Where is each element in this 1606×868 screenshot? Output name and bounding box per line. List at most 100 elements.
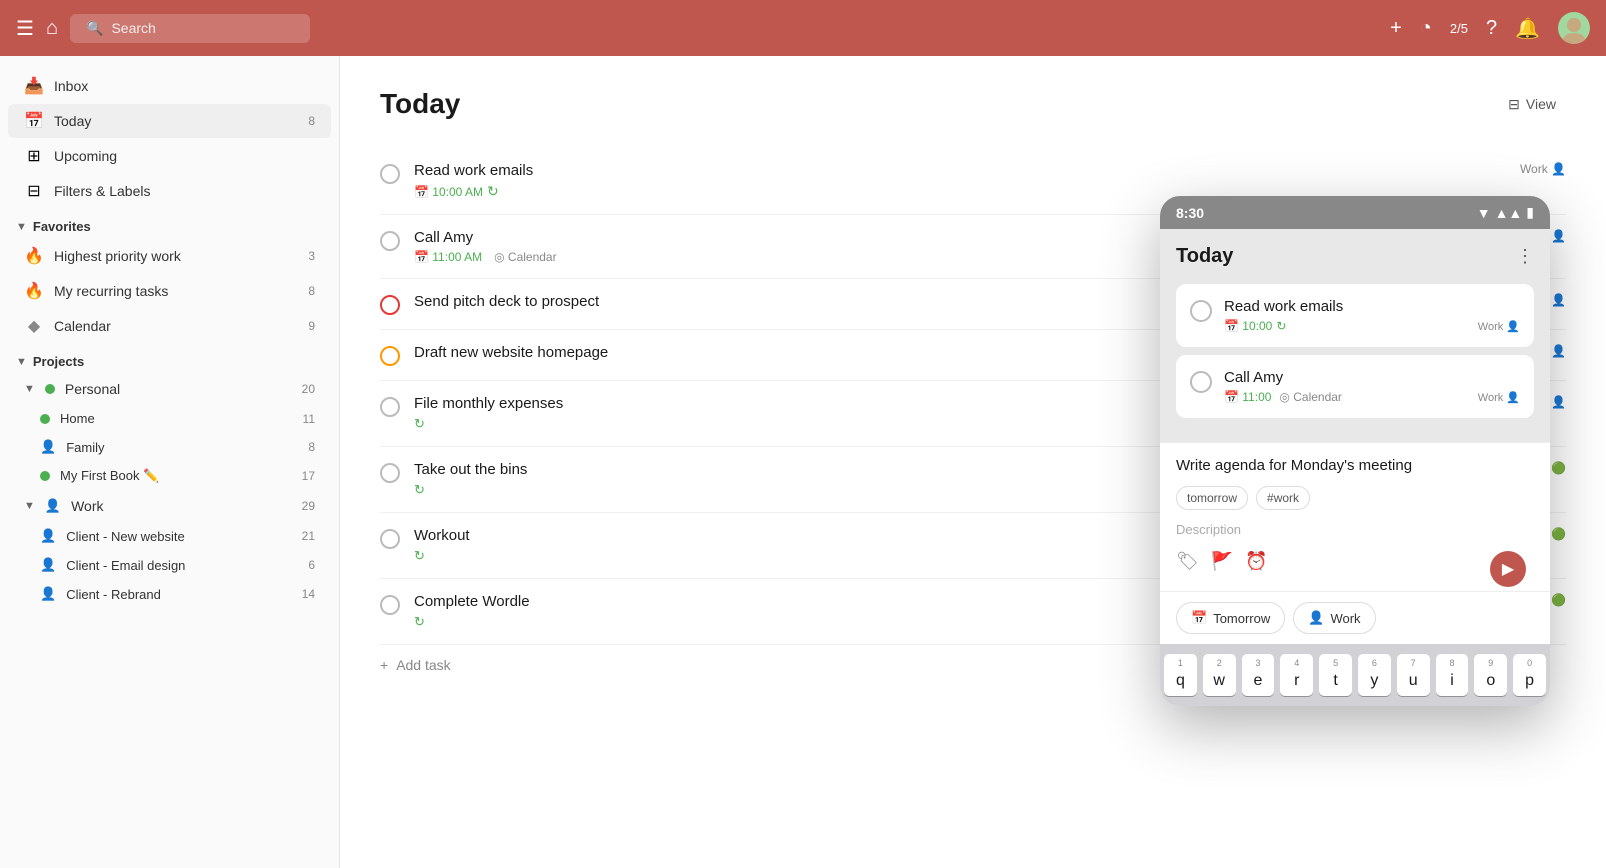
task-checkbox[interactable] xyxy=(380,529,400,549)
tag-work[interactable]: #work xyxy=(1256,486,1310,510)
upcoming-icon: ⊞ xyxy=(24,146,44,166)
projects-chevron: ▼ xyxy=(16,356,27,368)
add-button[interactable]: + xyxy=(1390,17,1402,40)
key-w[interactable]: 2w xyxy=(1203,654,1236,696)
main-content: Today ⊟ View Read work emails 📅 10:00 AM… xyxy=(340,56,1606,868)
key-p[interactable]: 0p xyxy=(1513,654,1546,696)
key-u[interactable]: 7u xyxy=(1397,654,1430,696)
sidebar-first-book[interactable]: My First Book ✏️ 17 xyxy=(8,462,331,490)
mobile-task-name: Call Amy xyxy=(1224,369,1520,386)
mobile-task-info: Call Amy 📅 11:00 ◎ Calendar Work 👤 xyxy=(1224,369,1520,404)
quick-add-tags: tomorrow #work xyxy=(1160,480,1550,516)
sidebar-client-website[interactable]: 👤 Client - New website 21 xyxy=(8,522,331,550)
sidebar-item-inbox[interactable]: 📥 Inbox xyxy=(8,69,331,103)
flag-icon[interactable]: 🚩 xyxy=(1211,551,1233,587)
fav-calendar-label: Calendar xyxy=(54,318,298,334)
reminder-icon[interactable]: ⏰ xyxy=(1245,551,1267,587)
sidebar-fav-calendar[interactable]: ◆ Calendar 9 xyxy=(8,309,331,343)
work-person-icon: 👤 xyxy=(45,498,61,514)
mobile-task-time: 📅 11:00 xyxy=(1224,390,1271,404)
mobile-task-checkbox[interactable] xyxy=(1190,300,1212,322)
keyboard-row: 1q 2w 3e 4r 5t 6y 7u 8i 9o 0p xyxy=(1164,654,1546,696)
favorites-label: Favorites xyxy=(33,219,91,234)
key-r[interactable]: 4r xyxy=(1280,654,1313,696)
add-icon: + xyxy=(380,657,388,673)
label-icon[interactable]: 🏷 xyxy=(1176,551,1199,587)
client-website-count: 21 xyxy=(302,529,315,543)
personal-chevron: ▼ xyxy=(24,383,35,395)
mobile-task-checkbox[interactable] xyxy=(1190,371,1212,393)
home-dot xyxy=(40,414,50,424)
key-q[interactable]: 1q xyxy=(1164,654,1197,696)
signal-icon: ▲▲ xyxy=(1495,205,1523,221)
work-chevron: ▼ xyxy=(24,500,35,512)
favorites-chevron: ▼ xyxy=(16,221,27,233)
mobile-time: 8:30 xyxy=(1176,205,1204,221)
sidebar-item-filters[interactable]: ⊟ Filters & Labels xyxy=(8,174,331,208)
client-email-label: Client - Email design xyxy=(66,558,298,573)
quick-add-panel: Write agenda for Monday's meeting tomorr… xyxy=(1160,442,1550,644)
key-t[interactable]: 5t xyxy=(1319,654,1352,696)
submit-button[interactable]: ▶ xyxy=(1490,551,1526,587)
mobile-task-meta: 📅 11:00 ◎ Calendar Work 👤 xyxy=(1224,390,1520,404)
key-e[interactable]: 3e xyxy=(1242,654,1275,696)
home-icon[interactable]: ⌂ xyxy=(46,17,58,40)
mobile-status-bar: 8:30 ▼ ▲▲ ▮ xyxy=(1160,196,1550,229)
home-label: Home xyxy=(60,411,293,426)
fav-highest-label: Highest priority work xyxy=(54,248,298,264)
avatar[interactable] xyxy=(1558,12,1590,44)
sidebar-item-upcoming[interactable]: ⊞ Upcoming xyxy=(8,139,331,173)
top-navigation: ☰ ⌂ 🔍 Search + ◔ 2/5 ? 🔔 xyxy=(0,0,1606,56)
inbox-icon: 📥 xyxy=(24,76,44,96)
tag-tomorrow[interactable]: tomorrow xyxy=(1176,486,1248,510)
timer-icon[interactable]: ◔ xyxy=(1420,17,1432,40)
task-checkbox[interactable] xyxy=(380,397,400,417)
hamburger-icon[interactable]: ☰ xyxy=(16,16,34,41)
client-email-icon: 👤 xyxy=(40,557,56,573)
key-y[interactable]: 6y xyxy=(1358,654,1391,696)
sidebar-fav-highest[interactable]: 🔥 Highest priority work 3 xyxy=(8,239,331,273)
task-checkbox[interactable] xyxy=(380,164,400,184)
client-rebrand-count: 14 xyxy=(302,587,315,601)
task-recurring: ↻ xyxy=(414,482,425,498)
sidebar-client-email[interactable]: 👤 Client - Email design 6 xyxy=(8,551,331,579)
flame-red-icon: 🔥 xyxy=(24,246,44,266)
task-checkbox[interactable] xyxy=(380,231,400,251)
sidebar-work[interactable]: ▼ 👤 Work 29 xyxy=(8,491,331,521)
view-icon: ⊟ xyxy=(1508,96,1520,113)
mobile-task-meta: 📅 10:00 ↻ Work 👤 xyxy=(1224,319,1520,333)
task-recurring: ↻ xyxy=(414,416,425,432)
sidebar-personal[interactable]: ▼ Personal 20 xyxy=(8,374,331,404)
search-bar[interactable]: 🔍 Search xyxy=(70,14,310,43)
date-picker-button[interactable]: 📅 Tomorrow xyxy=(1176,602,1285,634)
help-icon[interactable]: ? xyxy=(1486,17,1497,40)
quick-add-description[interactable]: Description xyxy=(1160,516,1550,543)
sidebar-client-rebrand[interactable]: 👤 Client - Rebrand 14 xyxy=(8,580,331,608)
task-checkbox[interactable] xyxy=(380,595,400,615)
book-label: My First Book ✏️ xyxy=(60,468,292,484)
bell-icon[interactable]: 🔔 xyxy=(1515,16,1540,41)
key-o[interactable]: 9o xyxy=(1474,654,1507,696)
project-picker-button[interactable]: 👤 Work xyxy=(1293,602,1375,634)
mobile-overlay: 8:30 ▼ ▲▲ ▮ Today ⋮ Re xyxy=(1160,196,1550,706)
key-i[interactable]: 8i xyxy=(1436,654,1469,696)
favorites-section[interactable]: ▼ Favorites xyxy=(0,209,339,238)
view-button[interactable]: ⊟ View xyxy=(1498,90,1566,119)
task-checkbox-orange[interactable] xyxy=(380,346,400,366)
client-rebrand-label: Client - Rebrand xyxy=(66,587,291,602)
sidebar-fav-recurring[interactable]: 🔥 My recurring tasks 8 xyxy=(8,274,331,308)
task-checkbox-red[interactable] xyxy=(380,295,400,315)
quick-add-task-name: Write agenda for Monday's meeting xyxy=(1160,443,1550,480)
task-checkbox[interactable] xyxy=(380,463,400,483)
projects-section[interactable]: ▼ Projects xyxy=(0,344,339,373)
calendar-icon: 📅 xyxy=(1191,610,1207,626)
work-count: 29 xyxy=(302,499,315,513)
mobile-task-name: Read work emails xyxy=(1224,298,1520,315)
inbox-label: Inbox xyxy=(54,78,315,94)
task-content: Read work emails 📅 10:00 AM ↻ xyxy=(414,162,1506,200)
sidebar-home[interactable]: Home 11 xyxy=(8,405,331,432)
sidebar-item-today[interactable]: 📅 Today 8 xyxy=(8,104,331,138)
wifi-icon: ▼ xyxy=(1477,205,1491,221)
sidebar-family[interactable]: 👤 Family 8 xyxy=(8,433,331,461)
more-icon[interactable]: ⋮ xyxy=(1516,246,1534,267)
